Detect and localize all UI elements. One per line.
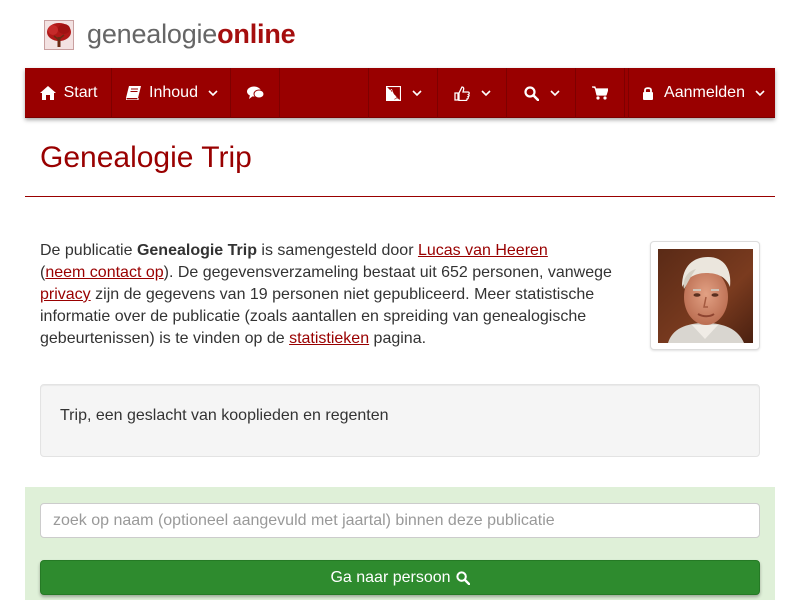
chevron-down-icon	[208, 89, 218, 97]
language-icon: A文	[384, 85, 402, 101]
statistics-link[interactable]: statistieken	[289, 330, 369, 347]
svg-text:文: 文	[394, 93, 400, 101]
person-search-panel: Ga naar persoon	[25, 487, 775, 600]
site-logo[interactable]	[44, 19, 74, 51]
site-name-part1: genealogie	[87, 19, 218, 49]
nav-start[interactable]: Start	[25, 68, 111, 118]
book-icon	[124, 85, 142, 101]
publication-description: Trip, een geslacht van kooplieden en reg…	[60, 407, 389, 424]
nav-login-label: Aanmelden	[664, 84, 745, 101]
author-link[interactable]: Lucas van Heeren	[418, 242, 548, 259]
thumbs-up-icon	[453, 85, 471, 101]
nav-cart[interactable]	[576, 68, 624, 118]
nav-chat[interactable]	[231, 68, 279, 118]
nav-login[interactable]: Aanmelden	[629, 68, 775, 118]
site-name-part2: online	[217, 19, 296, 49]
go-to-person-label: Ga naar persoon	[330, 568, 451, 586]
tree-logo-icon	[44, 20, 74, 50]
page-title: Genealogie Trip	[40, 141, 252, 174]
intro-text: ). De gegevensverzameling bestaat uit 65…	[163, 264, 612, 281]
intro-text: pagina.	[369, 330, 427, 347]
nav-language[interactable]: A文	[369, 68, 437, 118]
intro-text: is samengesteld door	[256, 242, 418, 259]
nav-search[interactable]	[507, 68, 575, 118]
home-icon	[39, 85, 57, 101]
chevron-down-icon	[412, 89, 422, 97]
publication-name: Genealogie Trip	[136, 242, 257, 259]
nav-like[interactable]	[438, 68, 506, 118]
publication-description-card: Trip, een geslacht van kooplieden en reg…	[40, 384, 760, 457]
lock-icon	[639, 85, 657, 101]
nav-inhoud[interactable]: Inhoud	[112, 68, 230, 118]
nav-start-label: Start	[63, 84, 98, 101]
contact-link[interactable]: neem contact op	[45, 264, 163, 281]
intro-text: De publicatie	[40, 242, 137, 259]
nav-inhoud-label: Inhoud	[149, 84, 198, 101]
chevron-down-icon	[550, 89, 560, 97]
chevron-down-icon	[755, 89, 765, 97]
site-name[interactable]: genealogieonline	[87, 17, 296, 51]
author-portrait-card[interactable]	[650, 241, 760, 350]
author-portrait	[658, 249, 753, 343]
go-to-person-button[interactable]: Ga naar persoon	[40, 560, 760, 595]
chevron-down-icon	[481, 89, 491, 97]
publication-intro: De publicatie Genealogie Trip is samenge…	[40, 240, 620, 350]
privacy-link[interactable]: privacy	[40, 286, 91, 303]
title-divider	[25, 196, 775, 197]
shopping-cart-icon	[591, 85, 609, 101]
comments-icon	[246, 85, 264, 101]
search-icon	[455, 570, 470, 585]
main-navbar: Start Inhoud A文 Aanmelden	[25, 68, 775, 118]
person-search-input[interactable]	[40, 503, 760, 538]
search-icon	[522, 85, 540, 101]
